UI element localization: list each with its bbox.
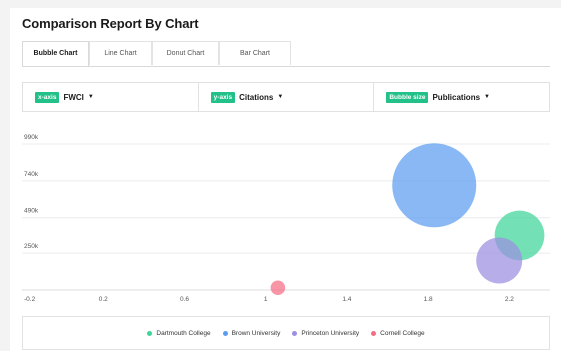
x-tick-label: 0.6 [180, 296, 189, 303]
y-axis-badge: y-axis [210, 91, 236, 103]
tab-donut-chart[interactable]: Donut Chart [152, 41, 219, 65]
tab-line-chart[interactable]: Line Chart [89, 41, 152, 65]
x-tick-label: -0.2 [24, 296, 36, 303]
x-tick-label: 0.2 [99, 296, 108, 303]
bubble-chart: 250k 490k 740k 990k -0.2 0.2 0.6 1 1.4 1.8 2.2 [22, 134, 550, 303]
bubble-size-badge: Bubble size [386, 91, 429, 103]
caret-down-icon: ▼ [87, 94, 94, 100]
y-tick-label: 250k [24, 243, 39, 250]
legend-dot [147, 330, 153, 336]
chart-tabs: Bubble Chart Line Chart Donut Chart Bar … [22, 41, 550, 67]
x-tick-label: 2.2 [505, 296, 514, 303]
axis-selectors: x-axis FWCI ▼ y-axis Citations ▼ Bubble … [22, 82, 550, 112]
tab-bubble-chart[interactable]: Bubble Chart [22, 41, 89, 66]
y-axis-select[interactable]: y-axis Citations ▼ [199, 83, 375, 111]
chart-legend: Dartmouth College Brown University Princ… [22, 316, 550, 350]
x-axis-select[interactable]: x-axis FWCI ▼ [23, 83, 199, 111]
y-tick-label: 740k [24, 171, 39, 178]
bubble-size-value: Publications [432, 92, 481, 102]
x-tick-label: 1.8 [424, 296, 433, 303]
legend-item-brown[interactable]: Brown University [222, 330, 280, 337]
caret-down-icon: ▼ [277, 94, 284, 100]
x-tick-label: 1.4 [342, 296, 351, 303]
legend-dot [292, 330, 298, 336]
y-tick-label: 990k [24, 134, 39, 141]
y-axis-value: Citations [239, 92, 274, 102]
bubble-brown-university[interactable] [392, 143, 477, 228]
x-axis-value: FWCI [63, 92, 84, 102]
x-tick-label: 1 [264, 296, 268, 303]
bubble-size-select[interactable]: Bubble size Publications ▼ [374, 83, 549, 111]
legend-dot [222, 330, 228, 336]
x-axis-badge: x-axis [35, 91, 60, 103]
bubble-princeton-university[interactable] [476, 237, 523, 284]
legend-dot [371, 330, 377, 336]
y-tick-label: 490k [24, 208, 39, 215]
page-title: Comparison Report By Chart [22, 16, 199, 31]
legend-item-princeton[interactable]: Princeton University [292, 330, 359, 337]
legend-item-dartmouth[interactable]: Dartmouth College [147, 330, 211, 337]
legend-item-cornell[interactable]: Cornell College [371, 330, 425, 337]
tab-bar-chart[interactable]: Bar Chart [219, 41, 291, 65]
report-page: Comparison Report By Chart Bubble Chart … [10, 8, 561, 351]
bubble-cornell-college[interactable] [270, 280, 286, 296]
caret-down-icon: ▼ [484, 94, 490, 100]
